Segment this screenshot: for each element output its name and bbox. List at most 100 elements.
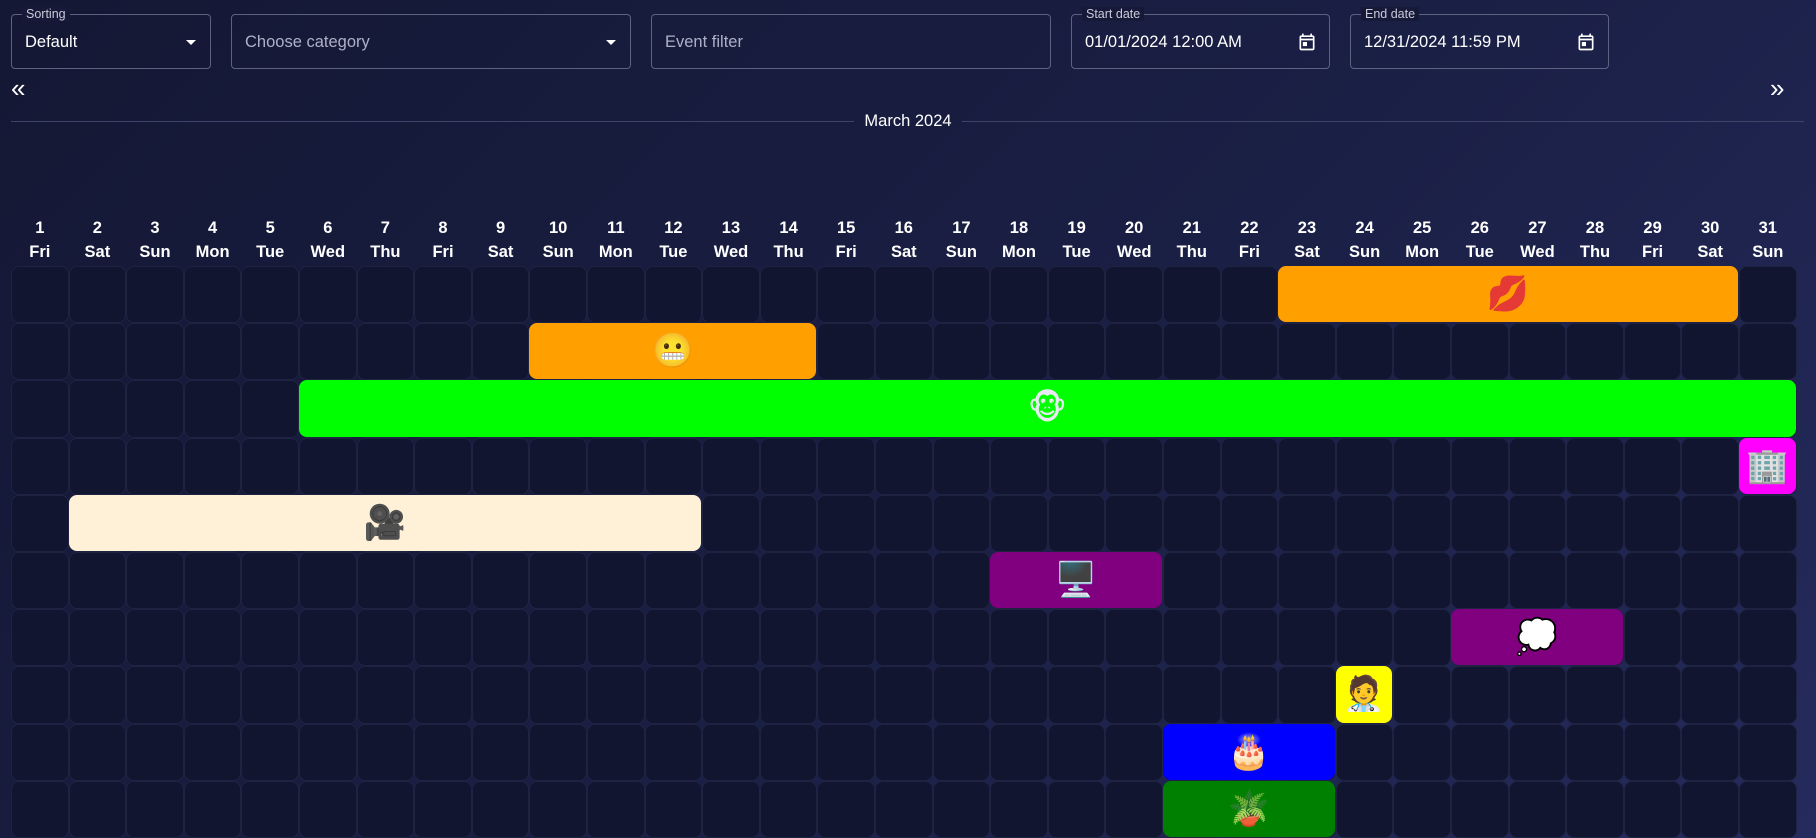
grid-cell[interactable]: [414, 666, 472, 724]
grid-cell[interactable]: [644, 666, 703, 724]
grid-cell[interactable]: [471, 723, 530, 781]
grid-cell[interactable]: [471, 666, 530, 724]
grid-cell[interactable]: [702, 780, 760, 838]
sorting-select[interactable]: Sorting Default: [11, 7, 211, 69]
grid-cell[interactable]: [1163, 266, 1221, 324]
grid-cell[interactable]: [817, 780, 875, 838]
grid-cell[interactable]: [759, 552, 818, 610]
grid-cell[interactable]: [1220, 552, 1279, 610]
grid-cell[interactable]: [1278, 323, 1336, 381]
grid-cell[interactable]: [587, 437, 645, 495]
grid-cell[interactable]: [1047, 323, 1106, 381]
grid-cell[interactable]: [1163, 437, 1221, 495]
grid-cell[interactable]: [126, 723, 184, 781]
grid-cell[interactable]: [817, 437, 875, 495]
health-worker-event[interactable]: 🧑‍⚕️: [1335, 666, 1393, 723]
grid-cell[interactable]: [1681, 723, 1739, 781]
grid-cell[interactable]: [529, 780, 587, 838]
grid-cell[interactable]: [932, 780, 991, 838]
grid-cell[interactable]: [299, 723, 357, 781]
grid-cell[interactable]: [1047, 266, 1106, 324]
grid-cell[interactable]: [702, 437, 760, 495]
grid-cell[interactable]: [1681, 437, 1739, 495]
grid-cell[interactable]: [1163, 552, 1221, 610]
grid-cell[interactable]: [817, 266, 875, 324]
category-select[interactable]: Choose category: [231, 14, 631, 69]
grid-cell[interactable]: [414, 780, 472, 838]
grid-cell[interactable]: [241, 552, 299, 610]
grid-cell[interactable]: [1105, 723, 1163, 781]
grid-cell[interactable]: [1393, 437, 1451, 495]
grid-cell[interactable]: [299, 609, 357, 667]
grid-cell[interactable]: [1105, 609, 1163, 667]
grid-cell[interactable]: [356, 723, 415, 781]
grid-cell[interactable]: [356, 266, 415, 324]
grid-cell[interactable]: [1739, 666, 1797, 724]
grid-cell[interactable]: [875, 609, 933, 667]
grid-cell[interactable]: [126, 609, 184, 667]
grid-cell[interactable]: [299, 437, 357, 495]
grid-cell[interactable]: [702, 266, 760, 324]
grid-cell[interactable]: [1047, 780, 1106, 838]
grid-cell[interactable]: [1508, 780, 1567, 838]
grid-cell[interactable]: [414, 323, 472, 381]
grid-cell[interactable]: [1335, 437, 1394, 495]
grid-cell[interactable]: [932, 723, 991, 781]
grid-cell[interactable]: [990, 494, 1048, 552]
grid-cell[interactable]: [702, 494, 760, 552]
grid-cell[interactable]: [990, 723, 1048, 781]
grid-cell[interactable]: [1393, 723, 1451, 781]
grid-cell[interactable]: [183, 723, 242, 781]
grid-cell[interactable]: [356, 609, 415, 667]
grid-cell[interactable]: [183, 666, 242, 724]
grid-cell[interactable]: [644, 266, 703, 324]
grid-cell[interactable]: [1739, 723, 1797, 781]
grid-cell[interactable]: [1508, 666, 1567, 724]
event-filter-input[interactable]: Event filter: [651, 14, 1051, 69]
grid-cell[interactable]: [1623, 780, 1682, 838]
grid-cell[interactable]: [356, 323, 415, 381]
next-month-button[interactable]: »: [1770, 75, 1784, 101]
grid-cell[interactable]: [990, 437, 1048, 495]
grid-cell[interactable]: [529, 609, 587, 667]
grid-cell[interactable]: [1451, 666, 1509, 724]
grid-cell[interactable]: [587, 266, 645, 324]
grid-cell[interactable]: [1681, 666, 1739, 724]
grid-cell[interactable]: [932, 437, 991, 495]
grid-cell[interactable]: [241, 780, 299, 838]
grid-cell[interactable]: [1047, 609, 1106, 667]
grid-cell[interactable]: [126, 266, 184, 324]
grid-cell[interactable]: [1681, 552, 1739, 610]
grid-cell[interactable]: [990, 609, 1048, 667]
grid-cell[interactable]: [241, 380, 299, 438]
grid-cell[interactable]: [1220, 266, 1279, 324]
grid-cell[interactable]: [414, 609, 472, 667]
grid-cell[interactable]: [11, 780, 69, 838]
grid-cell[interactable]: [759, 780, 818, 838]
grid-cell[interactable]: [1451, 780, 1509, 838]
grid-cell[interactable]: [702, 666, 760, 724]
grid-cell[interactable]: [1566, 666, 1624, 724]
grid-cell[interactable]: [817, 609, 875, 667]
grid-cell[interactable]: [183, 552, 242, 610]
grid-cell[interactable]: [1047, 494, 1106, 552]
movie-camera-event[interactable]: 🎥: [68, 494, 702, 551]
grid-cell[interactable]: [1220, 437, 1279, 495]
grid-cell[interactable]: [1681, 323, 1739, 381]
grid-cell[interactable]: [1163, 609, 1221, 667]
grid-cell[interactable]: [414, 437, 472, 495]
grid-cell[interactable]: [1508, 323, 1567, 381]
grid-cell[interactable]: [817, 666, 875, 724]
grid-cell[interactable]: [68, 723, 127, 781]
grid-cell[interactable]: [68, 437, 127, 495]
prev-month-button[interactable]: «: [11, 75, 25, 101]
grid-cell[interactable]: [875, 266, 933, 324]
grid-cell[interactable]: [1508, 437, 1567, 495]
grid-cell[interactable]: [299, 323, 357, 381]
grid-cell[interactable]: [875, 552, 933, 610]
grid-cell[interactable]: [68, 609, 127, 667]
grid-cell[interactable]: [1393, 494, 1451, 552]
grid-cell[interactable]: [990, 780, 1048, 838]
grid-cell[interactable]: [471, 780, 530, 838]
grid-cell[interactable]: [1739, 323, 1797, 381]
